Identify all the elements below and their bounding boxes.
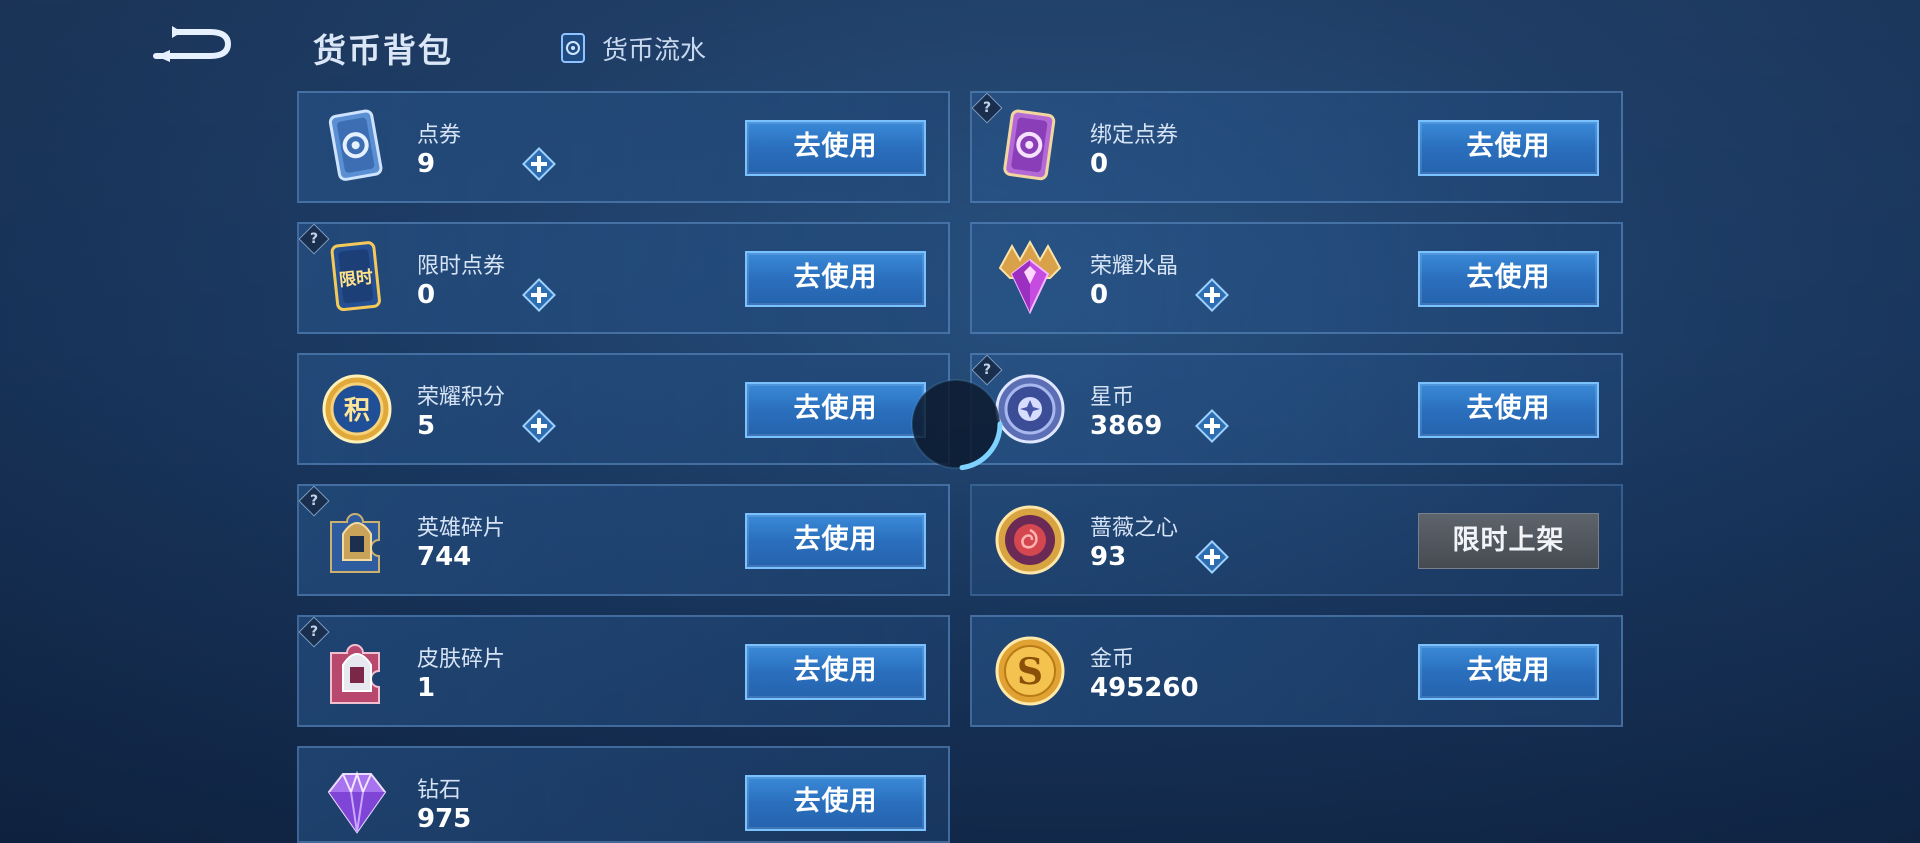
currency-name: 金币 [1090, 647, 1135, 672]
use-skin-shard-button[interactable]: 去使用 [745, 644, 926, 700]
use-bound-voucher-button[interactable]: 去使用 [1418, 120, 1599, 176]
currency-name: 皮肤碎片 [417, 647, 506, 672]
currency-card-glory-points: 积 荣耀积分 5 去使用 [297, 353, 950, 465]
currency-name: 点券 [417, 123, 462, 148]
use-glory-crystal-button[interactable]: 去使用 [1418, 251, 1599, 307]
use-diamond-button[interactable]: 去使用 [745, 775, 926, 831]
currency-amount: 0 [417, 280, 436, 310]
header: 货币背包 货币流水 [0, 0, 1920, 90]
add-rose-heart-button[interactable] [1193, 538, 1231, 576]
add-glory-crystal-button[interactable] [1193, 276, 1231, 314]
glory-points-icon: 积 [322, 374, 392, 444]
currency-flow-link[interactable]: 货币流水 [556, 30, 706, 66]
use-gold-coin-button[interactable]: 去使用 [1418, 644, 1599, 700]
page-title: 货币背包 [313, 31, 453, 70]
voucher-icon [328, 109, 383, 181]
gold-coin-icon: S [995, 636, 1065, 706]
use-limited-voucher-button[interactable]: 去使用 [745, 251, 926, 307]
currency-name: 限时点券 [417, 254, 506, 279]
back-arrow-icon [153, 26, 232, 62]
loading-spinner-icon [911, 379, 1003, 471]
currency-amount: 5 [417, 411, 436, 441]
currency-name: 荣耀积分 [417, 385, 506, 410]
currency-amount: 0 [1090, 280, 1109, 310]
currency-name: 蔷薇之心 [1090, 516, 1179, 541]
use-star-coin-button[interactable]: 去使用 [1418, 382, 1599, 438]
currency-card-rose-heart: 蔷薇之心 93 限时上架 [970, 484, 1623, 596]
diamond-icon [327, 770, 387, 834]
svg-text:限时: 限时 [338, 267, 374, 290]
use-voucher-button[interactable]: 去使用 [745, 120, 926, 176]
currency-amount: 93 [1090, 542, 1127, 572]
currency-card-hero-shard: ? 英雄碎片 744 去使用 [297, 484, 950, 596]
svg-text:积: 积 [344, 396, 370, 426]
currency-amount: 1 [417, 673, 436, 703]
currency-name: 英雄碎片 [417, 516, 506, 541]
currency-amount: 975 [417, 804, 472, 834]
hero-shard-icon [330, 513, 380, 573]
rose-heart-icon [995, 505, 1065, 575]
add-glory-points-button[interactable] [520, 407, 558, 445]
currency-name: 钻石 [417, 778, 462, 803]
ledger-icon [561, 33, 585, 63]
glory-crystal-icon [998, 239, 1062, 315]
currency-card-gold-coin: S 金币 495260 去使用 [970, 615, 1623, 727]
currency-amount: 0 [1090, 149, 1109, 179]
currency-name: 荣耀水晶 [1090, 254, 1179, 279]
limited-voucher-icon: 限时 [330, 241, 381, 312]
currency-card-bound-voucher: ? 绑定点券 0 去使用 [970, 91, 1623, 203]
skin-shard-icon [330, 644, 380, 704]
currency-amount: 495260 [1090, 673, 1199, 703]
currency-card-skin-shard: ? 皮肤碎片 1 去使用 [297, 615, 950, 727]
currency-flow-label: 货币流水 [602, 35, 707, 66]
currency-amount: 3869 [1090, 411, 1163, 441]
limited-time-listing-badge: 限时上架 [1418, 513, 1599, 569]
currency-card-limited-voucher: ? 限时 限时点券 0 去使用 [297, 222, 950, 334]
currency-card-diamond: 钻石 975 去使用 [297, 746, 950, 843]
add-star-coin-button[interactable] [1193, 407, 1231, 445]
currency-card-star-coin: ? 星币 3869 去使用 [970, 353, 1623, 465]
back-button[interactable] [150, 22, 236, 66]
use-hero-shard-button[interactable]: 去使用 [745, 513, 926, 569]
currency-card-voucher: 点券 9 去使用 [297, 91, 950, 203]
currency-name: 绑定点券 [1090, 123, 1179, 148]
svg-text:S: S [1017, 651, 1043, 693]
currency-amount: 9 [417, 149, 436, 179]
currency-card-glory-crystal: 荣耀水晶 0 去使用 [970, 222, 1623, 334]
currency-amount: 744 [417, 542, 472, 572]
add-limited-voucher-button[interactable] [520, 276, 558, 314]
use-glory-points-button[interactable]: 去使用 [745, 382, 926, 438]
add-voucher-button[interactable] [520, 145, 558, 183]
bound-voucher-icon [1003, 109, 1056, 181]
currency-name: 星币 [1090, 385, 1135, 410]
